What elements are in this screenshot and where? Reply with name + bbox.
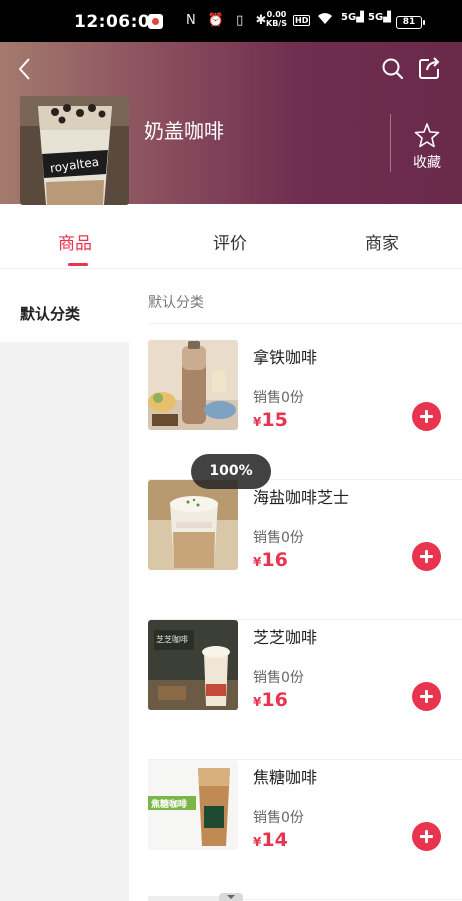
product-name: 海盐咖啡芝士 [253, 488, 350, 507]
product-image [148, 340, 238, 430]
product-name: 焦糖咖啡 [253, 768, 318, 787]
store-header: royaltea 奶盖咖啡 收藏 [0, 42, 462, 205]
product-item[interactable]: 海盐咖啡芝士 销售0份 ¥16 [148, 480, 462, 620]
signal-2-label: 5G [368, 12, 384, 23]
product-image: 焦糖咖啡 [148, 760, 238, 850]
back-arrow-icon[interactable] [14, 56, 38, 82]
tag-text: 焦糖咖啡 [150, 798, 187, 810]
share-icon[interactable] [417, 55, 443, 81]
product-price: ¥14 [253, 829, 288, 851]
product-name: 拿铁咖啡 [253, 348, 318, 367]
system-status-icons: N ⏰ ▯ ✱ [186, 13, 271, 28]
product-sales: 销售0份 [253, 390, 304, 406]
add-to-cart-plus-icon[interactable] [412, 542, 441, 571]
sidebar-item-label: 默认分类 [20, 305, 81, 323]
wifi-icon [317, 12, 333, 29]
price-amount: 16 [261, 549, 288, 571]
network-speed-unit: KB/S [266, 19, 287, 28]
section-title: 默认分类 [148, 295, 204, 311]
signal-icon-2: 5G▟ [368, 12, 391, 23]
product-price: ¥16 [253, 689, 288, 711]
network-speed: 0.00 KB/S [266, 10, 287, 28]
sign-text: 芝芝咖啡 [156, 634, 188, 644]
price-amount: 14 [261, 829, 288, 851]
store-thumbnail: royaltea [20, 96, 129, 205]
category-sidebar: 默认分类 [0, 270, 129, 901]
product-price: ¥15 [253, 409, 288, 431]
price-amount: 15 [261, 409, 288, 431]
product-sales: 销售0份 [253, 810, 304, 826]
add-to-cart-plus-icon[interactable] [412, 402, 441, 431]
product-item[interactable]: 焦糖咖啡 焦糖咖啡 销售0份 ¥14 [148, 760, 462, 900]
product-sales: 销售0份 [253, 530, 304, 546]
notification-app-icon [148, 14, 163, 29]
sidebar-item-default-category[interactable]: 默认分类 [0, 270, 129, 342]
search-icon[interactable] [381, 57, 405, 81]
signal-icon-1: 5G▟ [341, 12, 364, 23]
favorite-button[interactable]: 收藏 [405, 122, 449, 172]
product-price: ¥16 [253, 549, 288, 571]
tab-goods[interactable]: 商品 [58, 229, 92, 254]
product-sales: 销售0份 [253, 670, 304, 686]
add-to-cart-plus-icon[interactable] [412, 822, 441, 851]
product-name: 芝芝咖啡 [253, 628, 318, 647]
status-bar: 12:06:08 N ⏰ ▯ ✱ 0.00 KB/S HD 5G▟ 5G▟ 81 [0, 0, 462, 42]
product-list: 默认分类 拿铁咖啡 销售0份 ¥15 海盐咖啡芝士 销售0份 ¥16 芝芝咖啡 … [129, 270, 462, 901]
tab-reviews[interactable]: 评价 [213, 229, 247, 254]
product-image: 芝芝咖啡 [148, 620, 238, 710]
network-speed-value: 0.00 [266, 10, 287, 19]
tab-bar: 商品 评价 商家 [0, 205, 462, 269]
active-tab-indicator [68, 263, 88, 266]
tab-merchant[interactable]: 商家 [365, 229, 399, 254]
store-name: 奶盖咖啡 [144, 119, 224, 143]
product-image [148, 480, 238, 570]
price-amount: 16 [261, 689, 288, 711]
favorite-label: 收藏 [413, 155, 441, 171]
battery-icon: 81 [396, 16, 425, 29]
zoom-level-toast: 100% [191, 454, 271, 489]
header-divider [390, 114, 391, 172]
signal-1-label: 5G [341, 12, 357, 23]
product-item[interactable]: 芝芝咖啡 芝芝咖啡 销售0份 ¥16 [148, 620, 462, 760]
section-divider [148, 323, 462, 324]
star-icon [414, 123, 440, 148]
hd-icon: HD [293, 15, 311, 26]
add-to-cart-plus-icon[interactable] [412, 682, 441, 711]
scroll-down-handle-icon[interactable] [219, 893, 243, 901]
